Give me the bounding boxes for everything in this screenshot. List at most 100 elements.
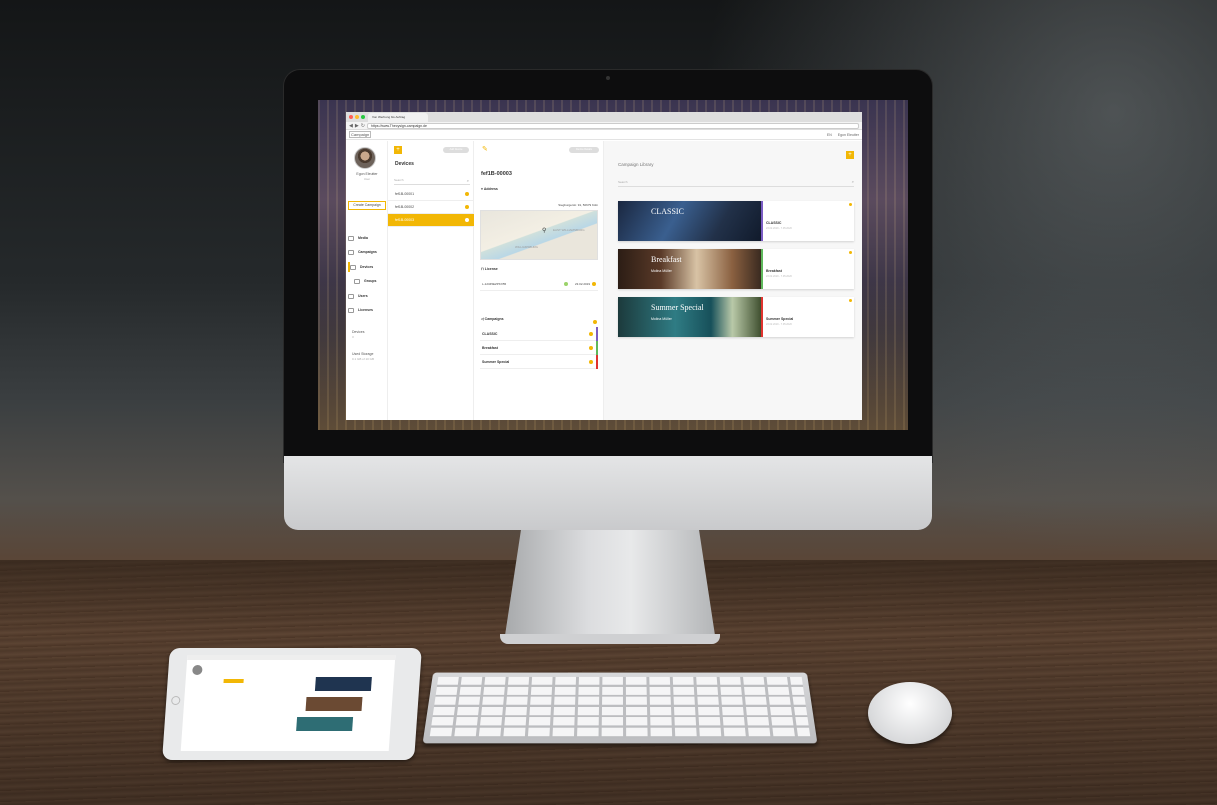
media-icon bbox=[348, 235, 354, 241]
user-menu[interactable]: Egon Eleutter bbox=[838, 133, 859, 137]
storage-stat-label: Used Storage bbox=[352, 352, 374, 356]
campaign-card[interactable]: Summer Special Molina Müller Summer Spec… bbox=[618, 297, 854, 337]
device-detail-panel: ✎ Device Details fef1B-00003 ⌖ Address S… bbox=[474, 141, 604, 420]
monitor-chin bbox=[284, 456, 932, 530]
avatar[interactable] bbox=[354, 147, 376, 169]
sidebar-item-users[interactable]: Users bbox=[348, 291, 388, 301]
search-icon[interactable]: ⌕ bbox=[852, 179, 854, 184]
library-search-input[interactable]: Search bbox=[618, 180, 854, 187]
search-icon[interactable]: ⌕ bbox=[467, 178, 469, 183]
campaign-card-title: CLASSIC bbox=[766, 221, 782, 225]
sidebar-item-label: Media bbox=[358, 236, 368, 240]
devices-pill[interactable]: Add Device bbox=[443, 147, 469, 153]
tablet-avatar bbox=[192, 665, 203, 675]
sidebar-item-label: Devices bbox=[360, 265, 374, 269]
address-input[interactable]: https://www.Thecysign-campaign.de bbox=[366, 122, 859, 129]
status-dot-icon bbox=[849, 203, 852, 206]
map-label: WILLIAMSBURG bbox=[515, 245, 539, 249]
detail-pill[interactable]: Device Details bbox=[569, 147, 599, 153]
create-campaign-button[interactable]: Create Campaign bbox=[348, 201, 386, 210]
campaign-card[interactable]: Breakfast Molina Müller Breakfast 23.02.… bbox=[618, 249, 854, 289]
thumbnail-title: CLASSIC bbox=[651, 207, 684, 216]
status-dot-icon bbox=[592, 282, 596, 286]
campaign-card-date: 23.02.2019 - 7.05.2020 bbox=[766, 275, 792, 278]
monitor-stand bbox=[504, 530, 716, 642]
pencil-icon[interactable]: ✎ bbox=[482, 145, 488, 153]
sidebar-item-label: Users bbox=[358, 294, 368, 298]
campaign-row[interactable]: CLASSIC bbox=[480, 327, 598, 341]
device-row[interactable]: fef1B-00001 bbox=[388, 188, 474, 201]
campaign-color-bar bbox=[596, 327, 598, 341]
tablet-card-thumb bbox=[314, 677, 372, 691]
sidebar-item-licenses[interactable]: Licenses bbox=[348, 305, 388, 315]
campaign-icon bbox=[348, 249, 354, 255]
campaigns-label: Campaigns bbox=[484, 317, 504, 321]
status-dot-icon bbox=[589, 360, 593, 364]
map-label: EAST WILLIAMSBURG bbox=[553, 228, 585, 232]
campaign-name: Breakfast bbox=[482, 346, 498, 350]
tablet-device bbox=[162, 648, 422, 760]
sidebar-item-campaigns[interactable]: Campaigns bbox=[348, 247, 388, 257]
device-title: fef1B-00003 bbox=[481, 171, 512, 177]
minimize-window-icon[interactable] bbox=[355, 115, 359, 119]
license-label: License bbox=[484, 267, 498, 271]
sidebar-item-devices[interactable]: Devices bbox=[348, 262, 388, 272]
users-icon bbox=[348, 293, 354, 299]
forward-icon[interactable]: ▶ bbox=[355, 123, 359, 129]
campaign-color-bar bbox=[761, 249, 763, 289]
devices-panel: + Add Device Devices Search ⌕ fef1B-0000… bbox=[388, 141, 474, 420]
add-device-button[interactable]: + bbox=[394, 146, 402, 154]
home-button-icon bbox=[170, 696, 181, 705]
campaign-thumbnail: Breakfast Molina Müller bbox=[618, 249, 761, 289]
status-dot-icon bbox=[589, 332, 593, 336]
devices-title: Devices bbox=[395, 161, 414, 167]
map[interactable]: EAST WILLIAMSBURG WILLIAMSBURG bbox=[480, 210, 598, 260]
devices-icon bbox=[350, 264, 356, 270]
monitor-screen: Von Werbung bis Auftrag ◀ ▶ ↻ https://ww… bbox=[318, 100, 908, 430]
campaign-color-bar bbox=[761, 297, 763, 337]
thumbnail-subtitle: Molina Müller bbox=[651, 317, 672, 321]
monitor-stand-base bbox=[500, 634, 720, 644]
sidebar-item-label: Licenses bbox=[358, 308, 373, 312]
language-select[interactable]: EN bbox=[827, 133, 832, 137]
zoom-window-icon[interactable] bbox=[361, 115, 365, 119]
browser-tab[interactable]: Von Werbung bis Auftrag bbox=[368, 113, 428, 122]
tablet-screen bbox=[180, 655, 396, 751]
library-title: Campaign Library bbox=[618, 162, 654, 167]
app-body: Egon Eleutter User Create Campaign Media… bbox=[346, 141, 862, 420]
license-row[interactable]: L-12345EZPKX55 23.02.2019 bbox=[480, 278, 598, 291]
sidebar-item-media[interactable]: Media bbox=[348, 233, 388, 243]
license-date: 23.02.2019 bbox=[574, 282, 590, 286]
app-header: Campaign EN Egon Eleutter bbox=[346, 130, 862, 140]
campaign-card-title: Breakfast bbox=[766, 269, 782, 273]
device-row-selected[interactable]: fef1B-00003 bbox=[388, 214, 474, 227]
close-window-icon[interactable] bbox=[349, 115, 353, 119]
thumbnail-title: Summer Special bbox=[651, 303, 704, 312]
license-valid-icon bbox=[564, 282, 568, 286]
campaign-row[interactable]: Breakfast bbox=[480, 341, 598, 355]
campaign-color-bar bbox=[761, 201, 763, 241]
reload-icon[interactable]: ↻ bbox=[361, 123, 365, 129]
url-bar: ◀ ▶ ↻ https://www.Thecysign-campaign.de bbox=[346, 122, 862, 130]
map-pin-icon: ⚲ bbox=[542, 228, 547, 234]
campaign-card[interactable]: CLASSIC CLASSIC 23.02.2019 - 7.05.2020 bbox=[618, 201, 854, 241]
status-dot-icon bbox=[849, 251, 852, 254]
devices-stat-label: Devices bbox=[352, 330, 365, 334]
campaign-library-panel: + Campaign Library Search ⌕ CLASSIC CLAS… bbox=[604, 141, 862, 420]
campaign-row[interactable]: Summer Special bbox=[480, 355, 598, 369]
app-logo[interactable]: Campaign bbox=[349, 131, 372, 138]
keyboard-key-rows bbox=[429, 676, 811, 739]
browser-tabbar: Von Werbung bis Auftrag bbox=[346, 112, 862, 122]
device-row[interactable]: fef1B-00002 bbox=[388, 201, 474, 214]
sidebar-item-label: Groups bbox=[364, 279, 377, 283]
storage-stat-value: 0.1 GB of 10 GB bbox=[352, 357, 375, 361]
campaigns-section: ◁ Campaigns bbox=[481, 317, 504, 321]
status-dot-icon bbox=[465, 218, 469, 222]
add-campaign-icon[interactable] bbox=[593, 320, 597, 324]
status-dot-icon bbox=[589, 346, 593, 350]
status-dot-icon bbox=[465, 192, 469, 196]
campaign-name: Summer Special bbox=[482, 360, 510, 364]
add-campaign-button[interactable]: + bbox=[846, 151, 854, 159]
back-icon[interactable]: ◀ bbox=[349, 123, 353, 129]
devices-search-input[interactable]: Search bbox=[394, 178, 470, 185]
